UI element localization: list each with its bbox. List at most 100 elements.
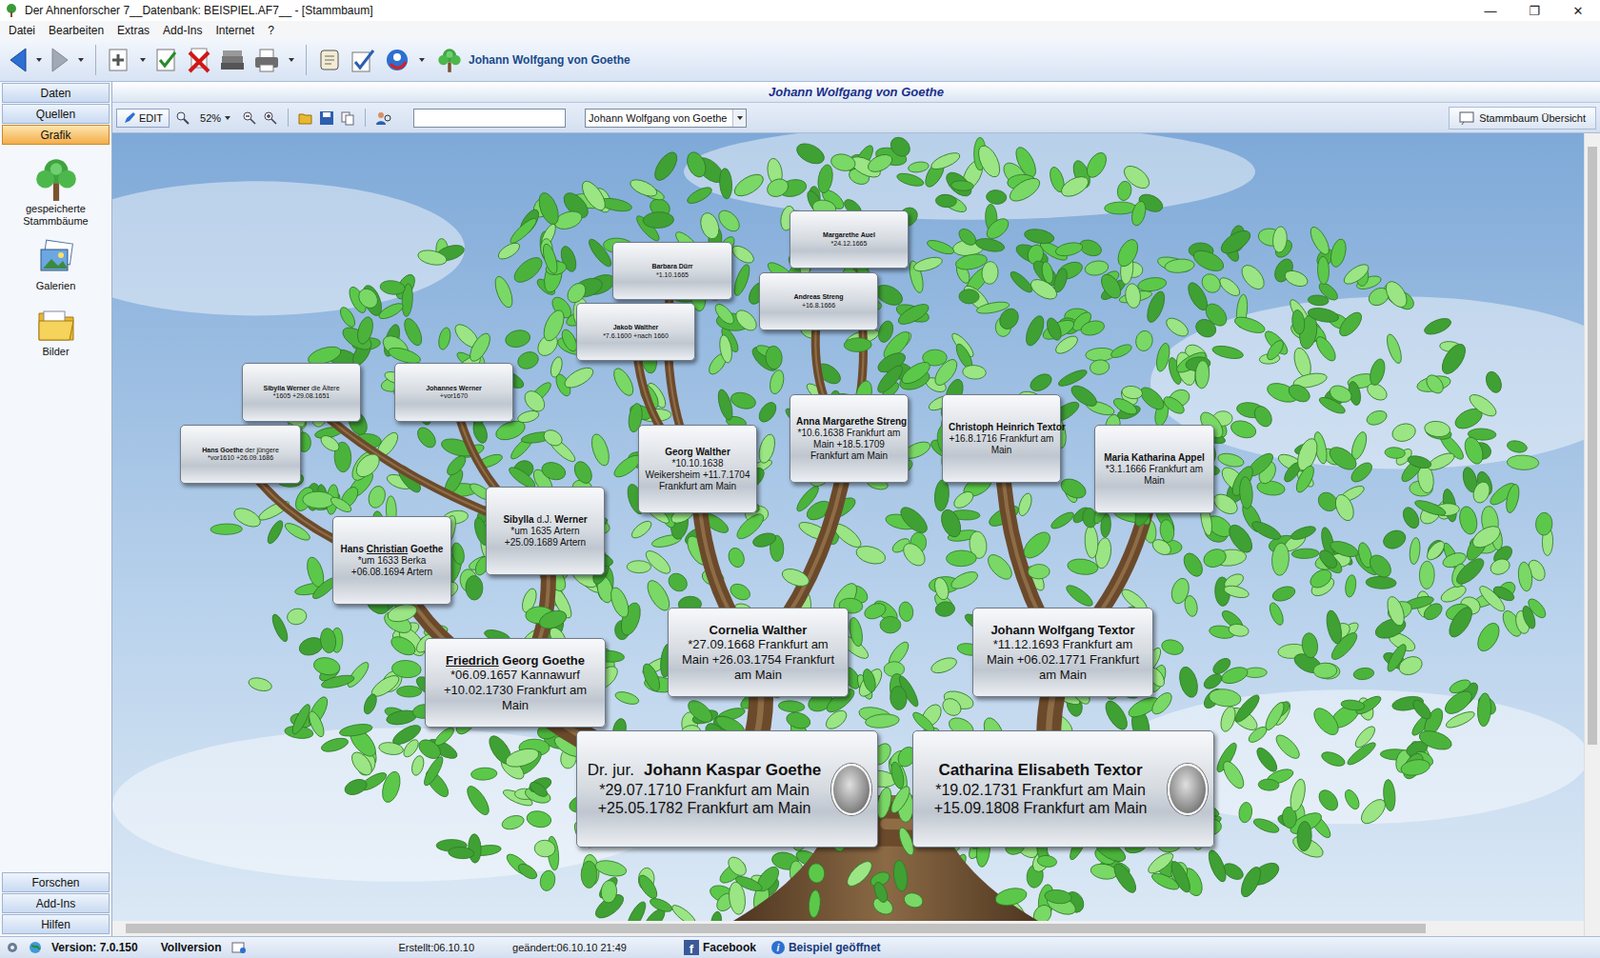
- tree-canvas[interactable]: MargaretheAuel*24.12.1665 BarbaraDürr*1.1…: [112, 133, 1584, 921]
- printer-icon[interactable]: [252, 46, 281, 74]
- dropdown-arrow[interactable]: [224, 116, 231, 120]
- sidebar-section[interactable]: Forschen: [1, 872, 110, 893]
- scroll-icon[interactable]: [316, 46, 343, 74]
- sidebar-section[interactable]: Grafik: [1, 124, 110, 145]
- menu-item[interactable]: Add-Ins: [156, 23, 209, 38]
- magnifier-icon[interactable]: [175, 110, 191, 126]
- person-card[interactable]: ChristophHeinrichTextor+16.8.1716 Frankf…: [941, 394, 1061, 483]
- menu-item[interactable]: Extras: [110, 23, 157, 38]
- example-status: iBeispiel geöffnet: [771, 940, 881, 955]
- person-name: CatharinaElisabethTextor: [919, 760, 1162, 780]
- close-button[interactable]: ✕: [1556, 3, 1600, 19]
- vertical-scrollbar[interactable]: [1583, 133, 1600, 937]
- horizontal-thumb[interactable]: [125, 923, 1426, 934]
- name-part: Auel: [860, 231, 876, 239]
- maximize-button[interactable]: ❐: [1512, 3, 1557, 19]
- person-details: *1605 +29.08.1651: [262, 392, 340, 400]
- person-card[interactable]: MariaKatharinaAppel*3.1.1666 Frankfurt a…: [1094, 424, 1215, 514]
- sidebar-item[interactable]: gespeicherte Stammbäume: [1, 145, 110, 233]
- menu-item[interactable]: ?: [260, 23, 281, 38]
- delete-icon[interactable]: [185, 46, 213, 74]
- new-record-icon[interactable]: [105, 46, 133, 74]
- view-title: Johann Wolfgang von Goethe: [768, 84, 944, 100]
- name-part: Goethe: [765, 760, 822, 780]
- person-card[interactable]: Dr. jur.JohannKasparGoethe*29.07.1710 Fr…: [576, 730, 879, 848]
- person-name: AndreasStreng: [793, 293, 843, 301]
- dropdown-arrow[interactable]: [288, 58, 295, 62]
- settings-icon: [5, 940, 20, 955]
- zoom-in-icon[interactable]: [262, 110, 279, 126]
- person-card[interactable]: HansGoetheder jüngere*vor1610 +26.09.168…: [180, 424, 301, 484]
- dropdown-arrow[interactable]: [36, 58, 42, 62]
- forward-arrow-icon[interactable]: [49, 46, 71, 74]
- sidebar-section[interactable]: Hilfen: [1, 914, 110, 935]
- horizontal-scrollbar[interactable]: [112, 920, 1584, 937]
- name-part: Goethe: [541, 653, 585, 668]
- current-person[interactable]: Johann Wolfgang von Goethe: [436, 46, 631, 74]
- open-folder-icon[interactable]: [298, 110, 314, 126]
- name-part: Christian: [366, 543, 408, 555]
- person-card[interactable]: CatharinaElisabethTextor*19.02.1731 Fran…: [912, 730, 1215, 848]
- person-card[interactable]: JohannWolfgangTextor*11.12.1693 Frankfur…: [972, 607, 1154, 698]
- person-card[interactable]: CorneliaWalther*27.09.1668 Frankfurt am …: [667, 607, 849, 698]
- person-name: FriedrichGeorgGoethe: [431, 653, 600, 669]
- menu-item[interactable]: Datei: [1, 23, 42, 38]
- person-card[interactable]: JakobWalther*7.6.1600 +nach 1660: [576, 302, 696, 361]
- person-text: GeorgWalther*10.10.1638 Weikersheim +11.…: [644, 446, 751, 493]
- dropdown-arrow[interactable]: [737, 116, 743, 120]
- copy-icon[interactable]: [340, 110, 356, 126]
- person-details: *3.1.1666 Frankfurt am Main: [1100, 463, 1208, 487]
- view-toolbar: EDIT 52% Johann Wolfgang von Goethe Stammba…: [112, 102, 1600, 134]
- person-details: +16.8.1666: [793, 301, 843, 310]
- person-card[interactable]: FriedrichGeorgGoethe*06.09.1657 Kannawur…: [424, 638, 606, 728]
- select-arrow: [732, 109, 746, 127]
- person-card[interactable]: AnnaMargaretheStreng*10.6.1638 Frankfurt…: [789, 394, 909, 483]
- sidebar-section[interactable]: Daten: [1, 82, 110, 103]
- zoom-select[interactable]: 52%: [196, 112, 237, 124]
- menu-item[interactable]: Bearbeiten: [41, 23, 111, 38]
- person-card[interactable]: AndreasStreng+16.8.1666: [759, 272, 879, 331]
- name-suffix: der jüngere: [244, 446, 279, 454]
- vertical-thumb[interactable]: [1587, 146, 1598, 745]
- name-part: Georg: [664, 446, 693, 458]
- sidebar-section[interactable]: Quellen: [1, 103, 110, 124]
- sidebar-item[interactable]: Galerien: [1, 232, 110, 299]
- name-part: Werner: [459, 384, 482, 392]
- person-card[interactable]: GeorgWalther*10.10.1638 Weikersheim +11.…: [638, 424, 758, 514]
- zoom-out-icon[interactable]: [241, 110, 258, 126]
- person-card[interactable]: MargaretheAuel*24.12.1665: [789, 210, 909, 269]
- edit-button[interactable]: EDIT: [116, 108, 170, 128]
- person-card[interactable]: Sibyllad.J.Werner*um 1635 Artern +25.09.…: [485, 486, 605, 576]
- person-card[interactable]: JohannesWerner+vor1670: [394, 362, 514, 422]
- person-name: HansChristianGoethe: [339, 543, 445, 556]
- back-arrow-icon[interactable]: [7, 46, 29, 74]
- checklist-icon[interactable]: [348, 46, 378, 74]
- dropdown-arrow[interactable]: [78, 58, 84, 62]
- books-icon[interactable]: [218, 46, 247, 74]
- name-part: Margarethe: [822, 231, 860, 239]
- find-person-icon[interactable]: [375, 110, 393, 126]
- person-card[interactable]: HansChristianGoethe*um 1633 Berka +06.08…: [332, 516, 452, 605]
- person-card[interactable]: SibyllaWernerdie Ältere*1605 +29.08.1651: [241, 362, 361, 422]
- sidebar-section[interactable]: Add-Ins: [1, 893, 110, 914]
- dropdown-arrow[interactable]: [419, 58, 425, 62]
- person-select[interactable]: Johann Wolfgang von Goethe: [584, 108, 747, 128]
- menu-item[interactable]: Internet: [208, 23, 261, 38]
- person-text: MargaretheAuel*24.12.1665: [822, 231, 876, 248]
- sidebar-item[interactable]: Bilder: [1, 298, 110, 364]
- pencil-icon: [122, 111, 137, 125]
- save-icon[interactable]: [319, 110, 335, 126]
- overview-button[interactable]: Stammbaum Übersicht: [1448, 106, 1597, 130]
- name-part: Johann: [990, 622, 1035, 638]
- minimize-button[interactable]: —: [1468, 3, 1513, 19]
- search-field[interactable]: [413, 108, 566, 128]
- dropdown-arrow[interactable]: [140, 58, 146, 62]
- changed-date: geändert:06.10.10 21:49: [512, 941, 627, 954]
- person-card[interactable]: BarbaraDürr*1.10.1665: [612, 241, 733, 300]
- check-record-icon[interactable]: [153, 46, 180, 74]
- facebook-link[interactable]: fFacebook: [683, 940, 757, 956]
- sidebar: DatenQuellenGrafikgespeicherte Stammbäum…: [0, 81, 113, 937]
- person-title: Dr. jur.: [587, 760, 635, 780]
- person-text: SibyllaWernerdie Ältere*1605 +29.08.1651: [262, 384, 340, 401]
- help-icon[interactable]: [382, 46, 412, 74]
